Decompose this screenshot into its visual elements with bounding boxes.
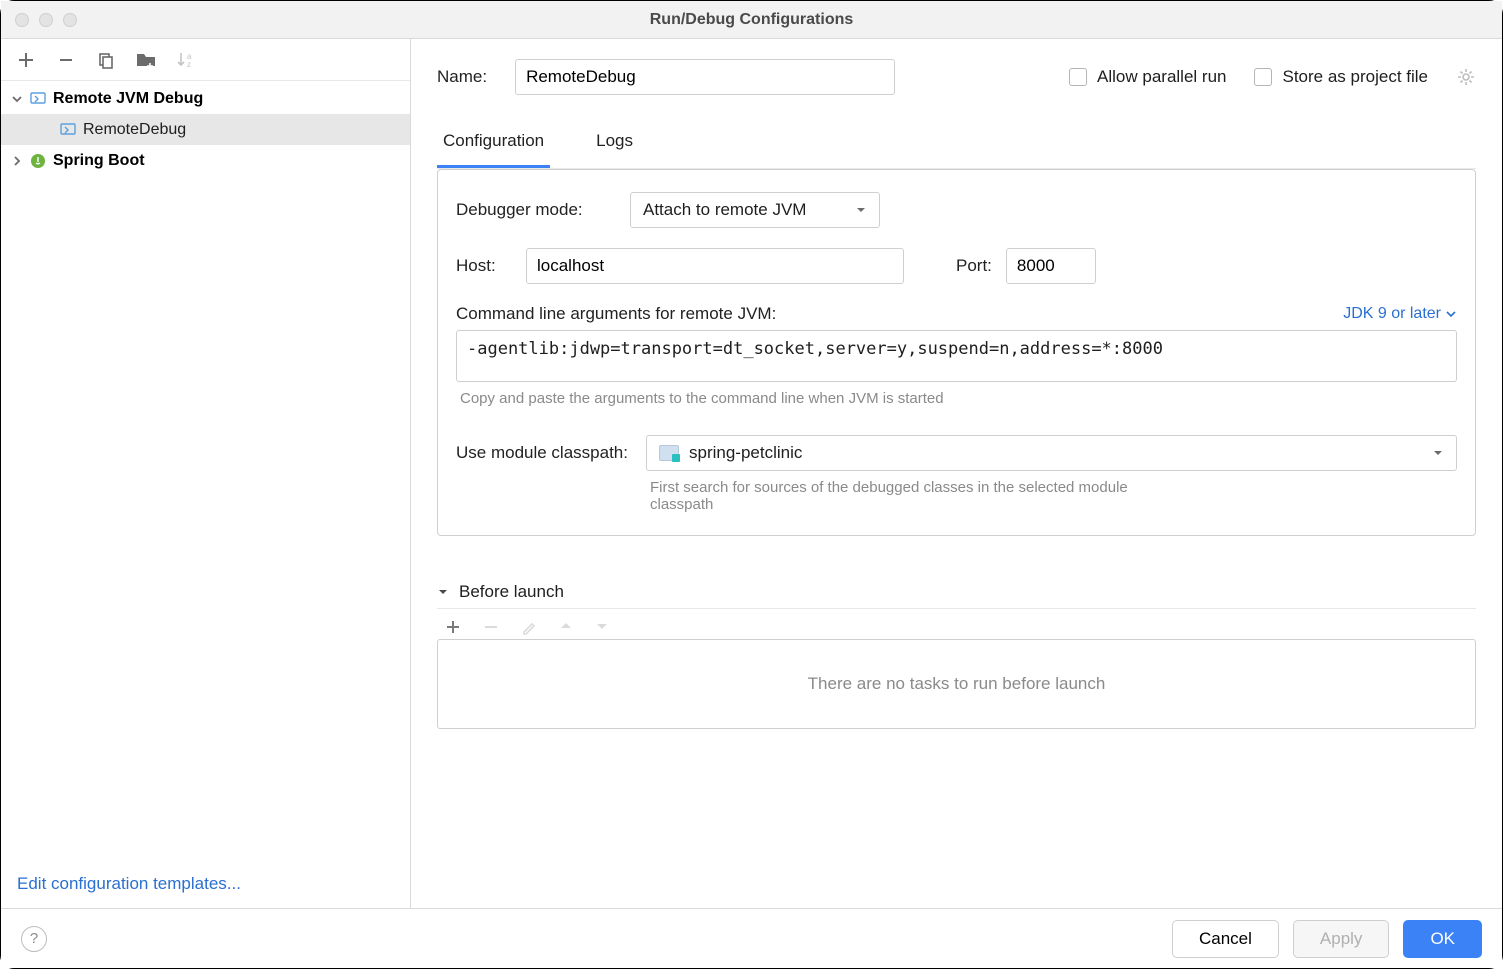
before-launch-empty-text: There are no tasks to run before launch <box>808 674 1106 694</box>
copy-config-icon[interactable] <box>95 49 117 71</box>
main-panel: Name: Allow parallel run Store as projec… <box>411 39 1502 908</box>
sidebar: az Remote JVM Debug RemoteDebug <box>1 39 411 908</box>
jdk-link-label: JDK 9 or later <box>1343 305 1441 323</box>
gear-icon[interactable] <box>1456 67 1476 87</box>
remote-debug-config-icon <box>59 121 77 139</box>
chevron-right-icon <box>11 155 23 167</box>
add-config-icon[interactable] <box>15 49 37 71</box>
module-classpath-hint: First search for sources of the debugged… <box>646 471 1166 513</box>
jdk-version-dropdown[interactable]: JDK 9 or later <box>1343 305 1457 323</box>
host-input[interactable] <box>526 248 904 284</box>
chevron-down-icon <box>11 93 23 105</box>
chevron-down-icon <box>855 204 867 216</box>
before-launch-title: Before launch <box>459 582 564 602</box>
window-title: Run/Debug Configurations <box>1 11 1502 29</box>
tab-logs[interactable]: Logs <box>590 121 639 168</box>
titlebar: Run/Debug Configurations <box>1 1 1502 39</box>
name-input[interactable] <box>515 59 895 95</box>
tree-node-label: RemoteDebug <box>83 121 186 139</box>
tab-configuration[interactable]: Configuration <box>437 121 550 168</box>
debugger-mode-select[interactable]: Attach to remote JVM <box>630 192 880 228</box>
port-label: Port: <box>956 256 992 276</box>
ok-button[interactable]: OK <box>1403 920 1482 958</box>
help-icon[interactable]: ? <box>21 926 47 952</box>
triangle-down-icon <box>437 586 449 598</box>
cmd-args-hint: Copy and paste the arguments to the comm… <box>456 382 1457 407</box>
chevron-down-icon <box>1432 447 1444 459</box>
remote-debug-type-icon <box>29 90 47 108</box>
debugger-mode-value: Attach to remote JVM <box>643 200 806 220</box>
allow-parallel-run-checkbox[interactable]: Allow parallel run <box>1069 67 1226 87</box>
checkbox-icon <box>1254 68 1272 86</box>
move-down-icon[interactable] <box>595 619 609 635</box>
sidebar-toolbar: az <box>1 39 410 81</box>
debugger-mode-label: Debugger mode: <box>456 200 616 220</box>
tabs: Configuration Logs <box>437 121 1476 169</box>
module-folder-icon <box>659 445 679 461</box>
before-launch-section: Before launch There are no tasks to run … <box>437 576 1476 729</box>
before-launch-header[interactable]: Before launch <box>437 576 1476 609</box>
before-launch-toolbar <box>437 609 1476 639</box>
module-classpath-select[interactable]: spring-petclinic <box>646 435 1457 471</box>
remove-config-icon[interactable] <box>55 49 77 71</box>
cmd-args-textarea[interactable]: -agentlib:jdwp=transport=dt_socket,serve… <box>456 330 1457 382</box>
checkbox-icon <box>1069 68 1087 86</box>
tree-node-label: Remote JVM Debug <box>53 90 203 108</box>
module-classpath-value: spring-petclinic <box>689 443 802 463</box>
spring-boot-type-icon <box>29 152 47 170</box>
sort-config-icon[interactable]: az <box>175 49 197 71</box>
add-task-icon[interactable] <box>445 619 461 635</box>
config-tree: Remote JVM Debug RemoteDebug Spring Boot <box>1 81 410 860</box>
save-config-icon[interactable] <box>135 49 157 71</box>
before-launch-tasks-list: There are no tasks to run before launch <box>437 639 1476 729</box>
dialog-footer: ? Cancel Apply OK <box>1 908 1502 968</box>
configuration-panel: Debugger mode: Attach to remote JVM Host… <box>437 169 1476 536</box>
svg-text:z: z <box>187 60 191 69</box>
allow-parallel-label: Allow parallel run <box>1097 67 1226 87</box>
edit-task-icon[interactable] <box>521 619 537 635</box>
edit-templates-link[interactable]: Edit configuration templates... <box>17 874 241 893</box>
move-up-icon[interactable] <box>559 619 573 635</box>
tree-node-remotedebug[interactable]: RemoteDebug <box>1 114 410 145</box>
name-label: Name: <box>437 67 487 87</box>
tree-node-label: Spring Boot <box>53 152 145 170</box>
module-classpath-label: Use module classpath: <box>456 435 628 463</box>
chevron-down-icon <box>1445 308 1457 320</box>
apply-button[interactable]: Apply <box>1293 920 1390 958</box>
cmd-args-value: -agentlib:jdwp=transport=dt_socket,serve… <box>467 339 1163 359</box>
tree-node-spring-boot[interactable]: Spring Boot <box>1 145 410 176</box>
remove-task-icon[interactable] <box>483 619 499 635</box>
port-input[interactable] <box>1006 248 1096 284</box>
host-label: Host: <box>456 256 512 276</box>
tree-node-remote-jvm-debug[interactable]: Remote JVM Debug <box>1 83 410 114</box>
store-as-project-file-checkbox[interactable]: Store as project file <box>1254 67 1428 87</box>
cmd-args-label: Command line arguments for remote JVM: <box>456 304 776 324</box>
store-project-label: Store as project file <box>1282 67 1428 87</box>
cancel-button[interactable]: Cancel <box>1172 920 1279 958</box>
